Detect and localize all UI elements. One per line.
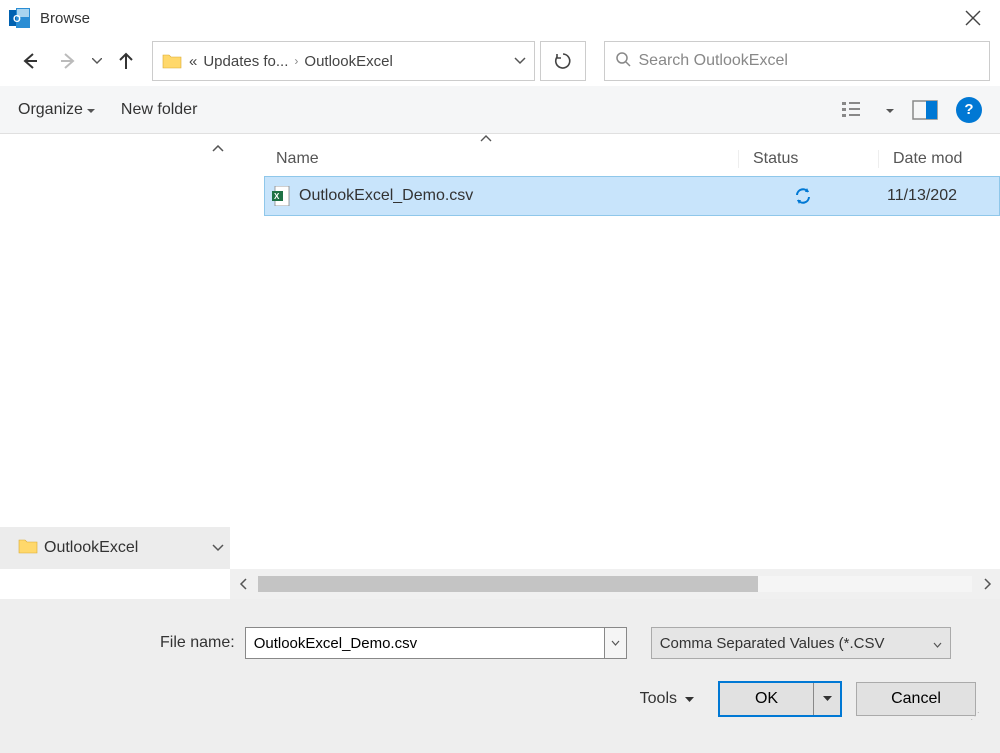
- file-name: OutlookExcel_Demo.csv: [299, 187, 473, 205]
- sidebar-item-label: OutlookExcel: [44, 539, 138, 557]
- file-date: 11/13/202: [873, 187, 999, 205]
- outlook-icon: O: [8, 6, 32, 30]
- csv-file-icon: X: [271, 186, 291, 206]
- bottom-panel: File name: Comma Separated Values (*.CSV…: [0, 599, 1000, 753]
- breadcrumb-part1[interactable]: Updates fo...: [203, 53, 288, 70]
- sidebar-item-outlookexcel[interactable]: OutlookExcel: [0, 527, 230, 569]
- file-row[interactable]: X OutlookExcel_Demo.csv 11/13/202: [264, 176, 1000, 216]
- chevron-up-icon[interactable]: [212, 142, 224, 156]
- sync-status-icon: [733, 186, 873, 206]
- filetype-select[interactable]: Comma Separated Values (*.CSV: [651, 627, 951, 659]
- dropdown-caret-icon: [685, 690, 694, 708]
- tools-menu[interactable]: Tools: [640, 690, 694, 708]
- ok-dropdown-button[interactable]: [814, 683, 840, 715]
- column-name[interactable]: Name: [270, 150, 738, 168]
- preview-pane-button[interactable]: [908, 96, 942, 124]
- close-icon[interactable]: [954, 3, 992, 33]
- nav-sidebar: OutlookExcel: [0, 134, 230, 569]
- history-dropdown-icon[interactable]: [90, 58, 104, 64]
- window-title: Browse: [40, 10, 954, 27]
- tools-label: Tools: [640, 690, 677, 708]
- sort-indicator-icon[interactable]: [480, 134, 492, 145]
- refresh-button[interactable]: [540, 41, 586, 81]
- help-button[interactable]: ?: [956, 97, 982, 123]
- toolbar: Organize New folder ?: [0, 86, 1000, 134]
- scroll-right-icon[interactable]: [974, 571, 1000, 597]
- hscroll-thumb[interactable]: [258, 576, 758, 592]
- hscroll-track[interactable]: [258, 576, 972, 592]
- organize-menu[interactable]: Organize: [18, 101, 95, 119]
- chevron-down-icon[interactable]: [212, 541, 224, 555]
- filename-label: File name:: [160, 634, 235, 652]
- breadcrumb-sep-icon[interactable]: ›: [294, 54, 298, 68]
- column-headers: Name Status Date mod: [270, 142, 1000, 176]
- svg-text:O: O: [13, 14, 21, 25]
- ok-button[interactable]: OK: [720, 683, 814, 715]
- main-area: OutlookExcel Name Status Date mod X Outl…: [0, 134, 1000, 569]
- nav-row: « Updates fo... › OutlookExcel: [0, 36, 1000, 86]
- filename-dropdown-icon[interactable]: [605, 627, 627, 659]
- breadcrumb-prefix: «: [189, 53, 197, 70]
- forward-button[interactable]: [52, 45, 84, 77]
- folder-icon: [18, 537, 38, 560]
- address-bar[interactable]: « Updates fo... › OutlookExcel: [152, 41, 535, 81]
- search-box[interactable]: [604, 41, 991, 81]
- filename-input[interactable]: [245, 627, 605, 659]
- svg-text:X: X: [274, 192, 280, 201]
- horizontal-scrollbar[interactable]: [230, 569, 1000, 599]
- breadcrumb-part2[interactable]: OutlookExcel: [304, 53, 392, 70]
- scroll-left-icon[interactable]: [230, 571, 256, 597]
- dropdown-caret-icon[interactable]: [886, 101, 894, 119]
- search-icon: [615, 51, 631, 72]
- title-bar: O Browse: [0, 0, 1000, 36]
- filename-combobox[interactable]: [245, 627, 627, 659]
- newfolder-label: New folder: [121, 101, 197, 119]
- back-button[interactable]: [14, 45, 46, 77]
- filetype-label: Comma Separated Values (*.CSV: [660, 635, 885, 652]
- chevron-down-icon: [933, 635, 942, 652]
- folder-icon: [161, 50, 183, 72]
- new-folder-button[interactable]: New folder: [121, 101, 197, 119]
- ok-split-button[interactable]: OK: [718, 681, 842, 717]
- dropdown-caret-icon: [87, 101, 95, 119]
- organize-label: Organize: [18, 101, 83, 119]
- file-list: Name Status Date mod X OutlookExcel_Demo…: [230, 134, 1000, 569]
- cancel-button[interactable]: Cancel: [856, 682, 976, 716]
- column-date[interactable]: Date mod: [878, 150, 1000, 168]
- search-input[interactable]: [639, 52, 980, 70]
- chevron-down-icon[interactable]: [514, 54, 526, 68]
- column-status[interactable]: Status: [738, 150, 878, 168]
- up-button[interactable]: [110, 45, 142, 77]
- view-options-button[interactable]: [838, 96, 872, 124]
